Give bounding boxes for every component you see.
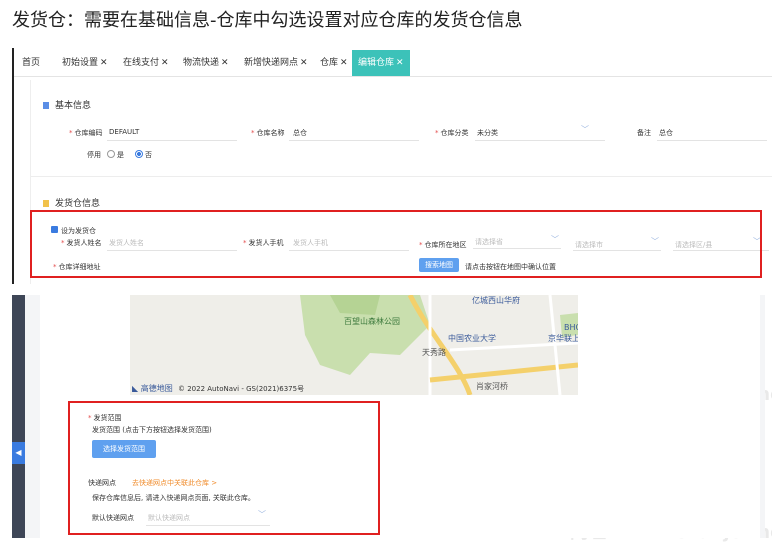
tab-new-express-point[interactable]: 新增快递网点 ✕ [244, 50, 308, 76]
input-underline [107, 140, 237, 141]
map-road [449, 341, 578, 352]
close-icon[interactable]: ✕ [161, 58, 169, 68]
divider [31, 176, 772, 177]
disabled-label: 停用 [87, 151, 101, 159]
map-logo: ◣ 高德地图 [132, 384, 173, 393]
close-icon[interactable]: ✕ [396, 58, 404, 68]
close-icon[interactable]: ✕ [300, 58, 308, 68]
radio-no[interactable]: 否 [135, 150, 152, 160]
input-underline [657, 140, 767, 141]
warehouse-code-label: * 仓库编码 [69, 129, 103, 137]
map-label: 中国农业大学 [448, 334, 496, 343]
shipping-info-title: 发货仓信息 [43, 196, 100, 209]
map-label: 京华联上 [548, 334, 578, 343]
tab-online-payment[interactable]: 在线支付 ✕ [123, 50, 169, 76]
map-label: 肖家河桥 [476, 382, 508, 391]
shipping-range-highlight-box [68, 401, 380, 535]
chevron-down-icon[interactable]: ﹀ [581, 124, 589, 135]
tab-bar: 首页 初始设置 ✕ 在线支付 ✕ 物流快递 ✕ 新增快递网点 ✕ 仓库 ✕ 编辑仓库 ✕ [14, 50, 772, 77]
input-underline [475, 140, 605, 141]
radio-icon[interactable] [107, 150, 115, 158]
sidebar-strip: ◀ [12, 295, 25, 538]
remark-input[interactable]: 总仓 [659, 128, 673, 138]
tab-home[interactable]: 首页 [22, 50, 40, 76]
warehouse-code-input[interactable]: DEFAULT [109, 128, 139, 136]
map-label: BHC [564, 323, 578, 332]
chevron-left-icon[interactable]: ◀ [12, 442, 25, 464]
page-title: 发货仓：需要在基础信息-仓库中勾选设置对应仓库的发货仓信息 [12, 10, 523, 31]
map-label: 天秀路 [422, 348, 446, 357]
warehouse-name-label: * 仓库名称 [251, 129, 285, 137]
map-label: 百望山森林公园 [344, 317, 400, 326]
tab-initial-settings[interactable]: 初始设置 ✕ [62, 50, 108, 76]
map-canvas [300, 295, 578, 395]
radio-checked-icon[interactable] [135, 150, 143, 158]
radio-yes[interactable]: 是 [107, 150, 124, 160]
tab-edit-warehouse[interactable]: 编辑仓库 ✕ [352, 50, 410, 76]
close-icon[interactable]: ✕ [221, 58, 229, 68]
map-label: 亿城西山华府 [472, 296, 520, 305]
close-icon[interactable]: ✕ [340, 58, 348, 68]
basic-info-title: 基本信息 [43, 98, 91, 111]
warehouse-category-label: * 仓库分类 [435, 129, 469, 137]
document-icon [43, 102, 49, 109]
warehouse-category-select[interactable]: 未分类 [477, 128, 498, 138]
document-icon [43, 200, 49, 207]
tab-warehouse[interactable]: 仓库 ✕ [320, 50, 348, 76]
warehouse-name-input[interactable]: 总仓 [293, 128, 307, 138]
shipping-highlight-box [30, 210, 762, 278]
remark-label: 备注 [637, 129, 651, 137]
map-logo-icon: ◣ [132, 384, 139, 393]
input-underline [289, 140, 419, 141]
tab-logistics[interactable]: 物流快递 ✕ [183, 50, 229, 76]
map-copyright: © 2022 AutoNavi - GS(2021)6375号 [178, 385, 305, 393]
location-map[interactable]: 亿城西山华府 百望山森林公园 中国农业大学 京华联上 BHC 天秀路 肖家河桥 … [130, 295, 578, 395]
close-icon[interactable]: ✕ [100, 58, 108, 68]
